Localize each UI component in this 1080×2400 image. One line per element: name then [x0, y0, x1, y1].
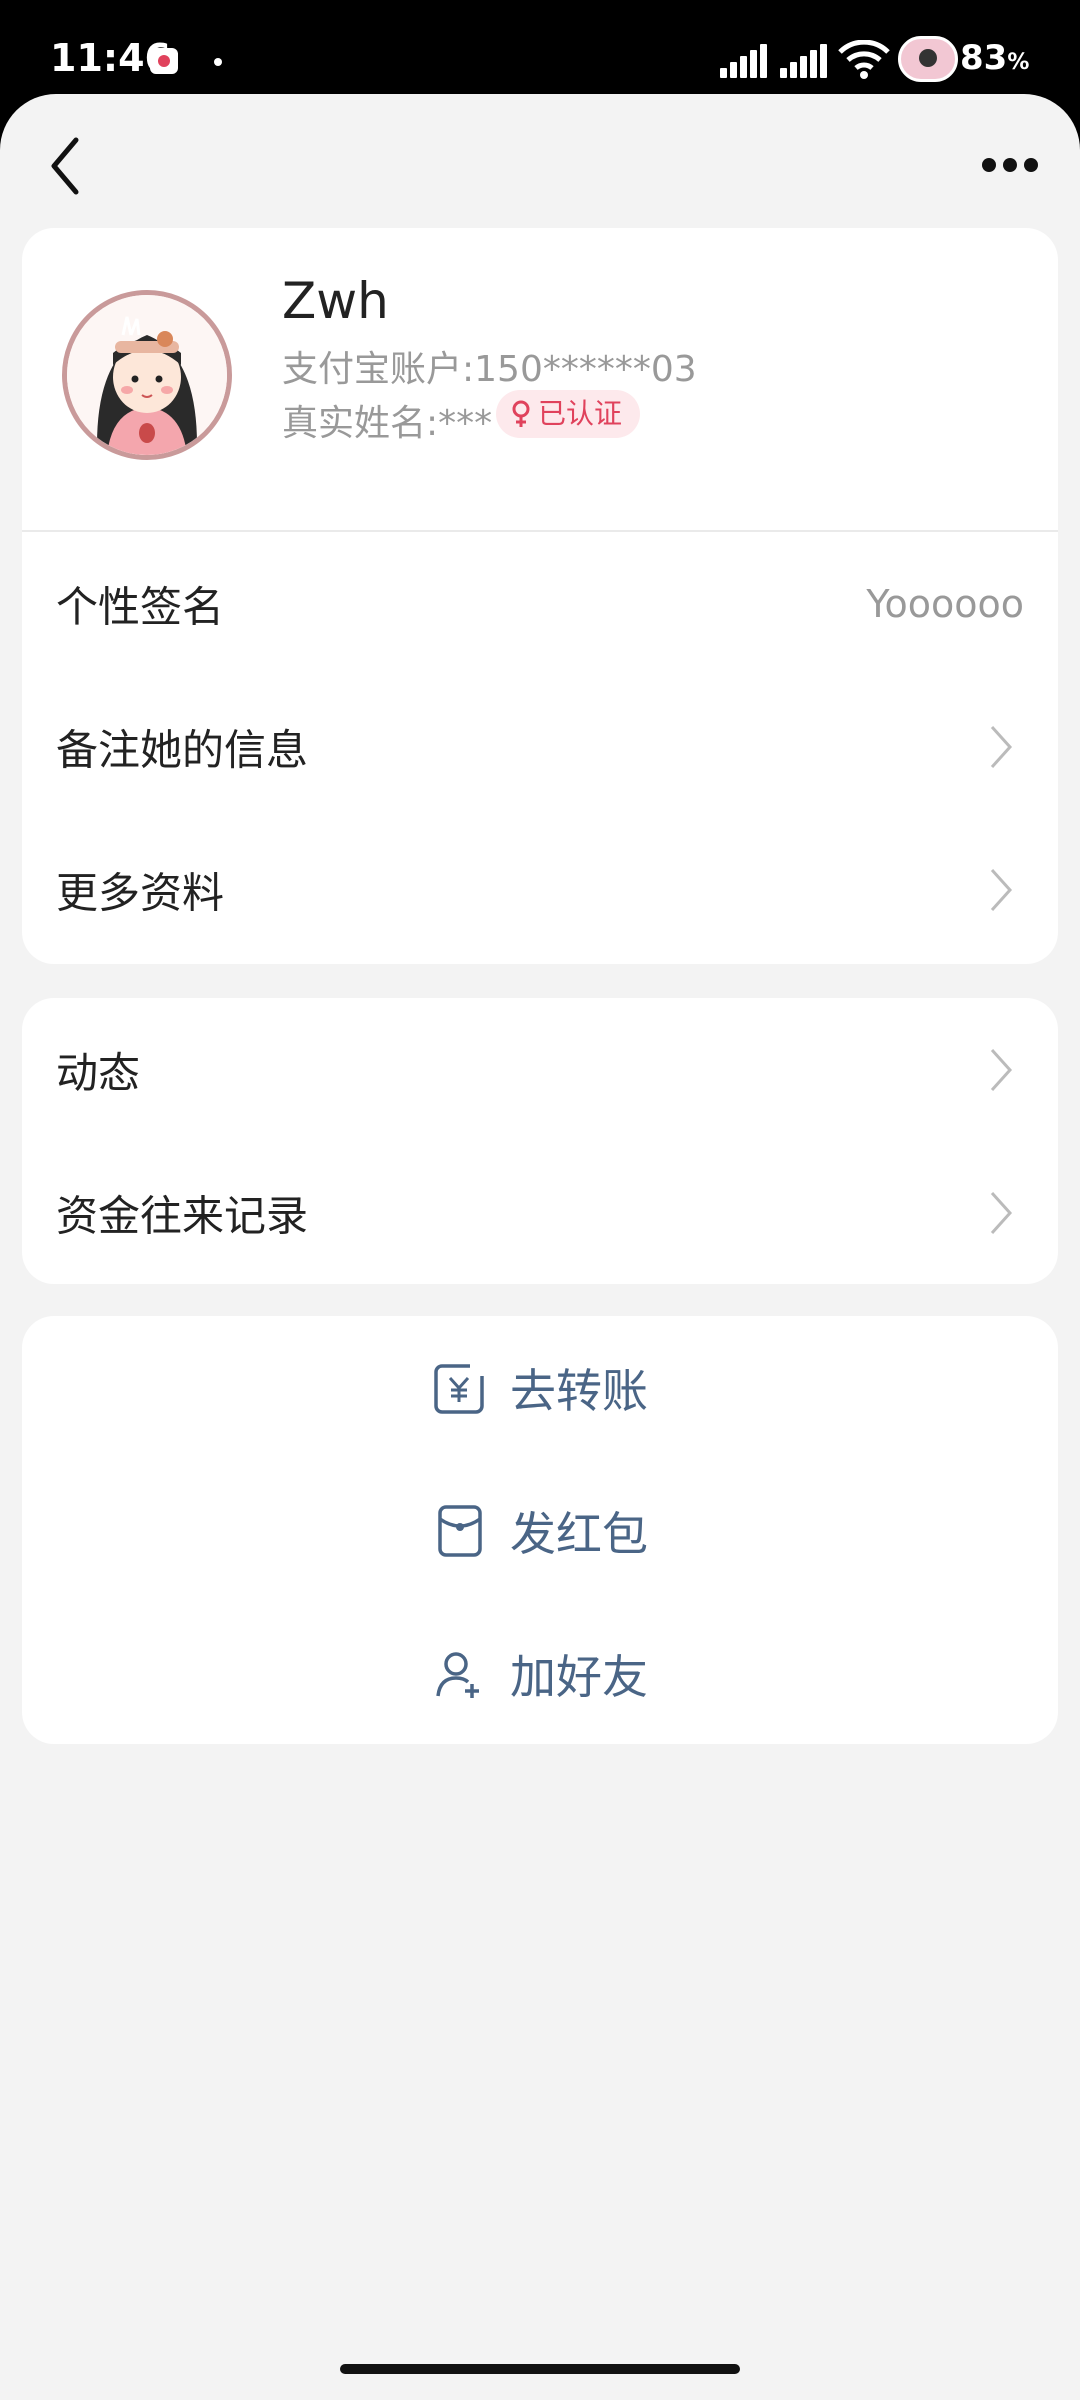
- profile-screen: Zwh 支付宝账户:150******03 真实姓名:*** 已认证 个性签名 …: [0, 94, 1080, 2400]
- signal-2-icon: [780, 44, 830, 78]
- verified-badge: 已认证: [496, 390, 641, 438]
- transfer-icon: [434, 1361, 486, 1414]
- female-icon: [512, 400, 530, 427]
- home-indicator[interactable]: [340, 2364, 740, 2374]
- chevron-right-icon: [990, 868, 1013, 911]
- status-avatar-icon: [898, 36, 958, 82]
- verified-label: 已认证: [538, 397, 623, 430]
- avatar-girl-illustration: [67, 295, 227, 455]
- notification-dot-icon: [214, 58, 222, 66]
- more-options-button[interactable]: [980, 144, 1040, 184]
- remark-info-label: 备注她的信息: [56, 725, 309, 774]
- transfer-button[interactable]: 去转账: [22, 1316, 1058, 1459]
- moments-label: 动态: [56, 1048, 141, 1097]
- signature-value: Yoooooo: [866, 581, 1024, 626]
- red-packet-icon: [438, 1504, 482, 1557]
- chevron-right-icon: [990, 1191, 1013, 1234]
- profile-card: Zwh 支付宝账户:150******03 真实姓名:*** 已认证 个性签名 …: [22, 228, 1058, 964]
- notification-icon: [150, 48, 178, 74]
- signature-row[interactable]: 个性签名 Yoooooo: [22, 532, 1058, 675]
- activity-card: 动态 资金往来记录: [22, 998, 1058, 1284]
- red-packet-label: 发红包: [510, 1506, 648, 1561]
- remark-info-row[interactable]: 备注她的信息: [22, 675, 1058, 818]
- add-friend-button[interactable]: 加好友: [22, 1602, 1058, 1744]
- more-info-label: 更多资料: [56, 868, 225, 917]
- add-friend-icon: [436, 1651, 479, 1698]
- more-info-row[interactable]: 更多资料: [22, 818, 1058, 961]
- fund-records-row[interactable]: 资金往来记录: [22, 1141, 1058, 1284]
- avatar[interactable]: [62, 290, 232, 460]
- moments-row[interactable]: 动态: [22, 998, 1058, 1141]
- back-button[interactable]: [44, 134, 88, 198]
- battery-level: 83%: [960, 38, 1030, 78]
- real-name: 真实姓名:***: [282, 403, 493, 444]
- profile-name: Zwh: [282, 272, 389, 330]
- add-friend-label: 加好友: [510, 1649, 648, 1704]
- alipay-account: 支付宝账户:150******03: [282, 349, 697, 390]
- profile-header[interactable]: Zwh 支付宝账户:150******03 真实姓名:*** 已认证: [22, 228, 1058, 532]
- chevron-right-icon: [990, 725, 1013, 768]
- chevron-right-icon: [990, 1048, 1013, 1091]
- fund-records-label: 资金往来记录: [56, 1191, 309, 1240]
- wifi-icon: [838, 40, 890, 79]
- red-packet-button[interactable]: 发红包: [22, 1459, 1058, 1602]
- transfer-label: 去转账: [510, 1363, 648, 1418]
- signal-1-icon: [720, 44, 770, 78]
- actions-card: 去转账 发红包 加好友: [22, 1316, 1058, 1744]
- signature-label: 个性签名: [56, 582, 225, 631]
